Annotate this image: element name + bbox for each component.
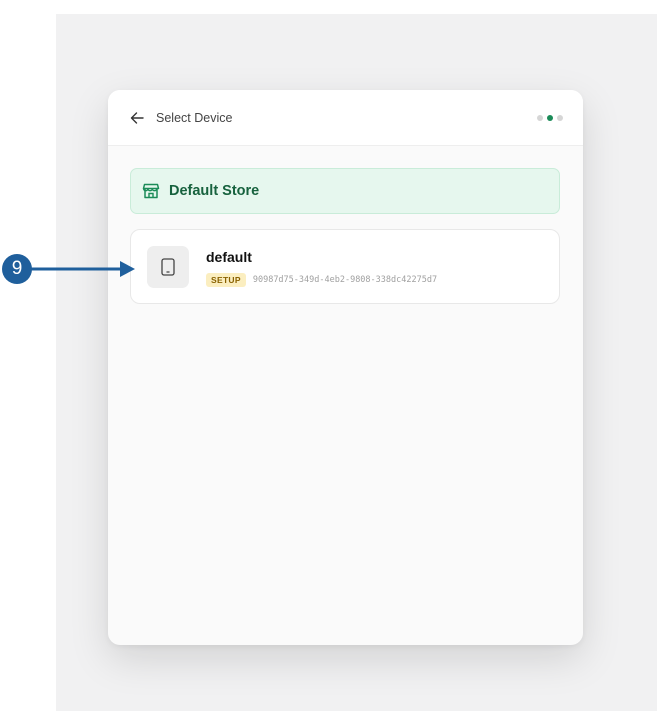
store-banner: Default Store: [130, 168, 560, 214]
step-indicator: [537, 114, 563, 121]
device-id: 90987d75-349d-4eb2-9808-338dc42275d7: [252, 275, 438, 285]
device-name: default: [206, 249, 252, 265]
step-dot-2: [547, 114, 553, 121]
store-name: Default Store: [169, 183, 260, 199]
device-meta: SETUP 90987d75-349d-4eb2-9808-338dc42275…: [206, 273, 437, 287]
tablet-icon: [161, 258, 175, 276]
callout-badge: 9: [2, 254, 32, 284]
step-dot-3: [557, 114, 563, 121]
panel-header: Select Device: [108, 90, 583, 146]
select-device-panel: Select Device Default Store default SETU…: [108, 90, 583, 645]
back-button[interactable]: [127, 108, 147, 128]
step-dot-1: [537, 114, 543, 121]
device-icon-box: [147, 246, 189, 288]
page-title: Select Device: [156, 110, 233, 125]
status-badge: SETUP: [206, 273, 246, 287]
storefront-icon: [142, 182, 160, 200]
callout-arrow-icon: [30, 261, 135, 277]
device-list-item[interactable]: default SETUP 90987d75-349d-4eb2-9808-33…: [130, 229, 560, 304]
arrow-left-icon: [130, 111, 144, 124]
